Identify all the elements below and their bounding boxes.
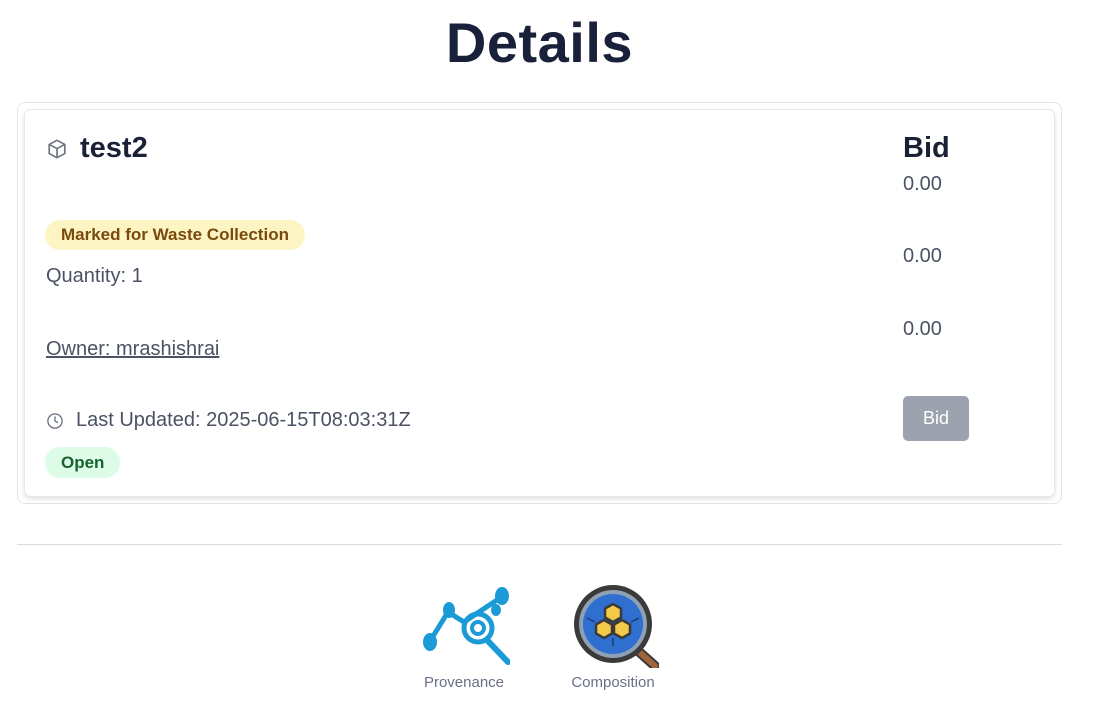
cube-icon: [48, 138, 66, 159]
provenance-icon: [423, 587, 510, 665]
provenance-button[interactable]: Provenance: [414, 582, 514, 691]
item-card: test2 Marked for Waste Collection Quanti…: [24, 109, 1055, 497]
divider: [17, 544, 1062, 545]
bid-button[interactable]: Bid: [903, 396, 969, 441]
item-header: test2: [46, 132, 148, 165]
bid-value: 0.00: [903, 318, 942, 340]
bid-heading: Bid: [903, 132, 950, 164]
item-name: test2: [80, 132, 148, 164]
provenance-label: Provenance: [423, 674, 505, 691]
bid-value: 0.00: [903, 173, 942, 195]
item-card-container: test2 Marked for Waste Collection Quanti…: [17, 102, 1062, 504]
clock-icon: [47, 412, 63, 429]
waste-status-badge: Marked for Waste Collection: [45, 220, 305, 250]
composition-button[interactable]: Composition: [563, 582, 663, 691]
last-updated: Last Updated: 2025-06-15T08:03:31Z: [46, 409, 411, 432]
page-title: Details: [445, 11, 634, 74]
composition-icon: [574, 585, 659, 668]
bid-section: Bid: [903, 132, 950, 165]
open-status-badge: Open: [45, 447, 121, 478]
bid-value: 0.00: [903, 245, 942, 267]
owner-link[interactable]: Owner: mrashishrai: [46, 338, 219, 361]
item-quantity: Quantity: 1: [46, 265, 143, 287]
composition-label: Composition: [571, 674, 655, 691]
last-updated-text: Last Updated: 2025-06-15T08:03:31Z: [76, 409, 411, 431]
